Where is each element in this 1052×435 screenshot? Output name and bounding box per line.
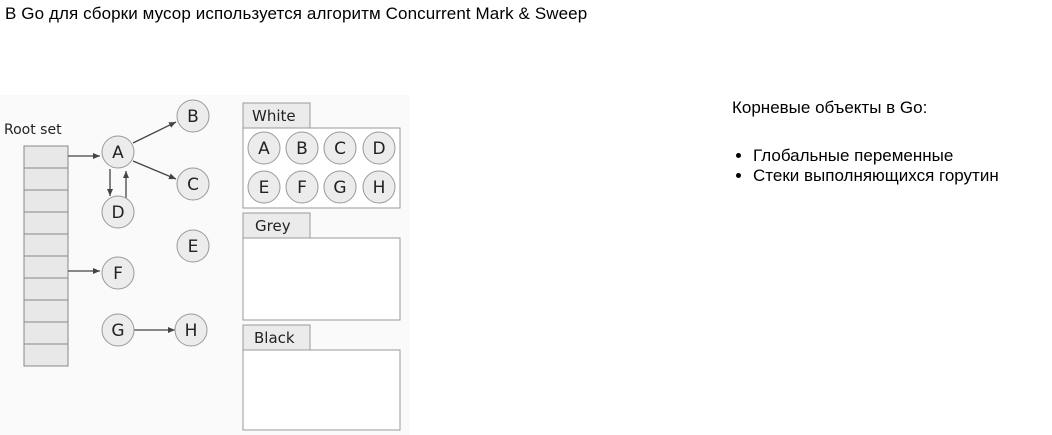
svg-text:A: A	[112, 143, 124, 163]
svg-text:D: D	[111, 203, 124, 223]
svg-text:E: E	[188, 237, 199, 257]
white-member-a: A	[247, 131, 281, 165]
svg-text:F: F	[297, 178, 307, 198]
svg-text:C: C	[334, 139, 346, 159]
white-member-g: G	[323, 170, 357, 204]
grey-set-label: Grey	[255, 217, 291, 235]
svg-text:G: G	[333, 178, 346, 198]
svg-text:B: B	[187, 107, 199, 127]
white-member-c: C	[323, 131, 357, 165]
graph-node-e: E	[176, 229, 210, 263]
root-objects-list: Глобальные переменные Стеки выполняющихс…	[732, 146, 999, 186]
list-item: Глобальные переменные	[753, 146, 999, 166]
svg-text:D: D	[372, 139, 385, 159]
graph-node-c: C	[176, 167, 210, 201]
list-item: Стеки выполняющихся горутин	[753, 166, 999, 186]
graph-node-a: A	[101, 135, 135, 169]
svg-text:H: H	[373, 178, 386, 198]
graph-node-b: B	[176, 99, 210, 133]
white-member-d: D	[362, 131, 396, 165]
graph-node-g: G	[101, 313, 135, 347]
page-heading: В Go для сборки мусор используется алгор…	[5, 4, 588, 23]
root-objects-title: Корневые объекты в Go:	[732, 98, 928, 117]
svg-text:C: C	[187, 175, 199, 195]
svg-text:A: A	[258, 139, 270, 159]
white-member-f: F	[285, 170, 319, 204]
white-member-b: B	[285, 131, 319, 165]
svg-text:E: E	[259, 178, 270, 198]
graph-node-f: F	[101, 256, 135, 290]
svg-text:F: F	[113, 264, 123, 284]
root-set-label: Root set	[4, 122, 62, 138]
white-set-label: White	[252, 107, 296, 125]
black-set-label: Black	[254, 329, 295, 347]
svg-text:B: B	[296, 139, 308, 159]
svg-text:H: H	[185, 321, 198, 341]
white-member-h: H	[362, 170, 396, 204]
root-objects-panel: Корневые объекты в Go: Глобальные переме…	[732, 98, 999, 186]
gc-diagram: Root set A B C D E F G H White A B C D E…	[0, 95, 410, 435]
white-member-e: E	[247, 170, 281, 204]
graph-node-d: D	[101, 195, 135, 229]
svg-text:G: G	[111, 321, 124, 341]
root-set-stack	[23, 145, 69, 367]
graph-node-h: H	[174, 313, 208, 347]
